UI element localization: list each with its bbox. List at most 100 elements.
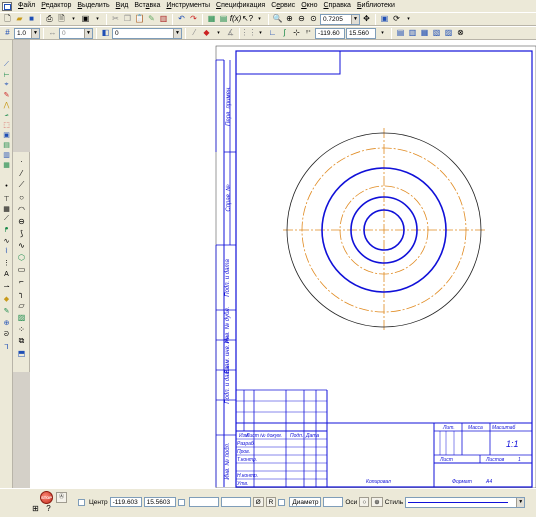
designations-icon[interactable]: ⌖ — [1, 80, 12, 89]
center-x-field[interactable]: -119.603 — [109, 497, 142, 507]
dimensions-icon[interactable]: ⊢ — [1, 70, 12, 79]
point-checkbox[interactable] — [177, 498, 185, 506]
menu-help[interactable]: Справка — [320, 0, 353, 12]
dropdown-arrow-icon[interactable]: ▾ — [255, 28, 266, 39]
spline-icon[interactable]: ᖰ — [1, 226, 12, 235]
circle-tool-icon[interactable]: ○ — [15, 192, 28, 202]
chevron-down-icon[interactable]: ▼ — [31, 28, 39, 38]
line-style-icon[interactable]: ⁄ — [189, 28, 200, 39]
style-combo[interactable]: 0 ▼ — [59, 27, 93, 39]
insert-icon[interactable]: ▦ — [1, 160, 12, 169]
dropdown-arrow-icon[interactable]: ▾ — [254, 14, 265, 25]
zoom-combo[interactable]: 0.7205 ▼ — [320, 13, 360, 25]
round-icon[interactable]: ⊹ — [291, 28, 302, 39]
chevron-down-icon[interactable]: ▼ — [516, 497, 525, 507]
color-icon[interactable]: ◆ — [201, 28, 212, 39]
bezier-tool-icon[interactable]: ∿ — [15, 240, 28, 250]
layer-icon[interactable]: ◧ — [100, 28, 111, 39]
nurbs-tool-icon[interactable]: ⟆ — [15, 228, 28, 238]
grid-step-icon[interactable]: # — [2, 28, 13, 39]
style-icon[interactable]: ↔ — [47, 28, 58, 39]
copy-icon[interactable]: ❐ — [122, 14, 133, 25]
orthogonal-icon[interactable]: ∡ — [225, 28, 236, 39]
contour-tool-icon[interactable]: ▱ — [15, 300, 28, 310]
parametrization-icon[interactable]: ⋀ — [1, 100, 12, 109]
ellipse-tool-icon[interactable]: ⊖ — [15, 216, 28, 226]
pattern-tool-icon[interactable]: ⁘ — [15, 324, 28, 334]
spec-icon[interactable]: ▦ — [419, 28, 430, 39]
diameter-field[interactable]: Диаметр — [289, 497, 322, 507]
pan-icon[interactable]: ✥ — [361, 14, 372, 25]
menu-tools[interactable]: Инструменты — [163, 0, 213, 12]
equidistant-icon[interactable]: ⋮ — [1, 258, 12, 267]
redo-icon[interactable]: ↷ — [188, 14, 199, 25]
zoom-scale-icon[interactable]: ⊙ — [308, 14, 319, 25]
menu-service[interactable]: Сервис — [268, 0, 298, 12]
manager-icon[interactable]: ▤ — [218, 14, 229, 25]
document-icon[interactable] — [2, 1, 12, 11]
menu-view[interactable]: Вид — [113, 0, 132, 12]
polygon-tool-icon[interactable]: ⬡ — [15, 252, 28, 262]
zoom-in-icon[interactable]: ⊕ — [284, 14, 295, 25]
dropdown-arrow-icon[interactable]: ▾ — [68, 14, 79, 25]
fill-icon[interactable]: ◆ — [1, 294, 12, 303]
properties-icon[interactable]: ▣ — [80, 14, 91, 25]
text-icon[interactable]: A — [1, 270, 12, 279]
paste-icon[interactable]: 📋 — [134, 14, 145, 25]
coord-x-field[interactable]: -119.60 — [315, 27, 345, 39]
center-y-field[interactable]: 15.5603 — [143, 497, 176, 507]
library-icon[interactable]: ▥ — [158, 14, 169, 25]
stop-icon-tool[interactable]: ⊤ — [1, 194, 12, 203]
zoom-window-icon[interactable]: 🔍 — [272, 14, 283, 25]
center-checkbox[interactable] — [78, 498, 85, 506]
format-painter-icon[interactable]: ✎ — [146, 14, 157, 25]
chevron-down-icon[interactable]: ▼ — [84, 28, 92, 38]
auxiliary-line-icon[interactable]: ⟋ — [1, 214, 12, 223]
chevron-down-icon[interactable]: ▼ — [351, 14, 359, 24]
with-axes-button[interactable]: ⊕ — [371, 497, 383, 507]
object-properties-icon[interactable]: ⊞ — [30, 504, 41, 515]
menu-file[interactable]: Файл — [15, 0, 38, 12]
sheet-icon[interactable]: ▥ — [407, 28, 418, 39]
no-axes-button[interactable]: ○ — [359, 497, 370, 507]
hatch-tool-icon[interactable]: ▨ — [15, 312, 28, 322]
diameter-checkbox[interactable] — [278, 498, 286, 506]
undo-icon[interactable]: ↶ — [176, 14, 187, 25]
corner-icon[interactable]: ⅂ — [1, 342, 12, 351]
collect-contour-icon[interactable]: ⧉ — [15, 336, 28, 346]
roughness-icon[interactable]: ⊗ — [455, 28, 466, 39]
diameter-symbol-button[interactable]: Ø — [252, 497, 264, 507]
new-document-icon[interactable]: 🗋 — [2, 14, 13, 25]
reports-icon[interactable]: ▥ — [1, 150, 12, 159]
chevron-down-icon[interactable]: ▼ — [173, 28, 181, 38]
dropdown-arrow-icon[interactable]: ▾ — [92, 14, 103, 25]
line-tool-icon[interactable]: ⁄ — [15, 168, 28, 178]
hatch-icon[interactable]: ▦ — [1, 204, 12, 213]
arrow-icon[interactable]: ⇀ — [1, 282, 12, 291]
menu-insert[interactable]: Вставка — [131, 0, 163, 12]
tech-req-icon[interactable]: ▨ — [443, 28, 454, 39]
variables-icon[interactable]: ▦ — [206, 14, 217, 25]
point-y-field[interactable] — [220, 497, 251, 507]
save-icon[interactable]: ■ — [26, 14, 37, 25]
report-icon[interactable]: ▧ — [431, 28, 442, 39]
open-folder-icon[interactable]: ▰ — [14, 14, 25, 25]
dropdown-arrow-icon[interactable]: ▾ — [403, 14, 414, 25]
spec-panel-icon[interactable]: ▤ — [1, 140, 12, 149]
copy-geom-icon[interactable]: ⬒ — [15, 348, 28, 358]
menu-editor[interactable]: Редактор — [38, 0, 74, 12]
menu-libraries[interactable]: Библиотеки — [354, 0, 398, 12]
brush-icon[interactable]: ✎ — [1, 306, 12, 315]
dropdown-arrow-icon[interactable]: ▾ — [377, 28, 388, 39]
menu-select[interactable]: Выделить — [74, 0, 112, 12]
menu-specification[interactable]: Спецификация — [213, 0, 268, 12]
menu-window[interactable]: Окно — [298, 0, 320, 12]
zoom-out-icon[interactable]: ⊖ — [296, 14, 307, 25]
rectangle-tool-icon[interactable]: ▭ — [15, 264, 28, 274]
chamfer-tool-icon[interactable]: ⌐ — [15, 276, 28, 286]
point-x-field[interactable] — [188, 497, 219, 507]
grid-icon[interactable]: ⋮⋮ — [241, 28, 257, 39]
bezier-icon[interactable]: ∿ — [1, 236, 12, 245]
auto-create-icon[interactable]: Ⓐ — [56, 491, 67, 503]
local-cs-icon[interactable]: ∟ — [267, 28, 278, 39]
